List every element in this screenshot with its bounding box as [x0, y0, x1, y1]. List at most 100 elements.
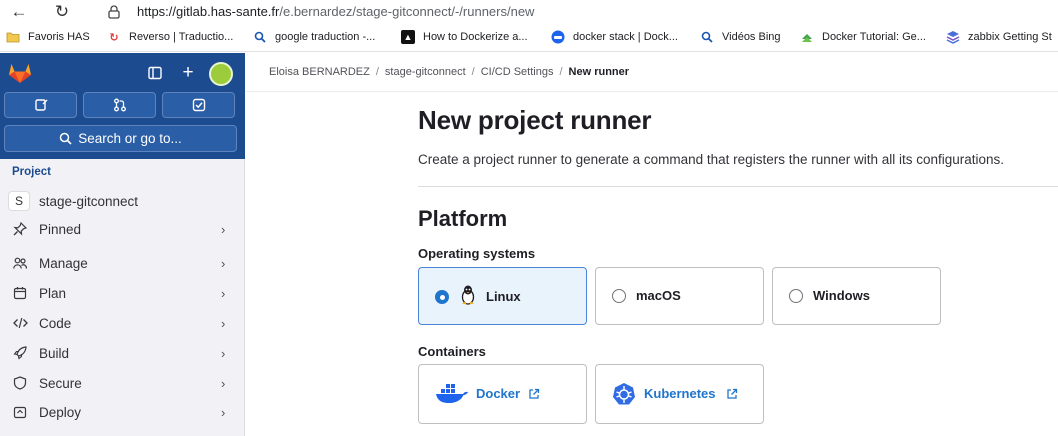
bookmark-label: Favoris HAS [28, 31, 90, 43]
os-option-label: macOS [636, 288, 681, 303]
windows-radio[interactable] [789, 289, 803, 303]
browser-address-bar: ← ↻ https://gitlab.has-sante.fr/e.bernar… [0, 0, 1058, 24]
back-icon[interactable]: ← [9, 2, 29, 22]
bookmarks-bar: Favoris HAS ↻ Reverso | Traductio... goo… [0, 24, 1058, 52]
docker-icon [436, 384, 468, 404]
bookmark-label: google traduction -... [275, 31, 376, 43]
breadcrumb-current[interactable]: New runner [569, 66, 630, 78]
sidebar-item-pinned[interactable]: Pinned › [0, 215, 245, 243]
sidebar-item-label: Secure [39, 375, 82, 391]
os-option-linux[interactable]: Linux [418, 267, 587, 325]
search-label: Search or go to... [78, 131, 182, 146]
rocket-icon [12, 345, 28, 361]
sidebar-item-secure[interactable]: Secure › [0, 369, 245, 397]
lock-icon[interactable] [106, 4, 122, 20]
search-button[interactable]: Search or go to... [4, 125, 237, 152]
container-option-kubernetes[interactable]: Kubernetes [595, 364, 764, 424]
bookmark-label: How to Dockerize a... [423, 31, 528, 43]
bookmark-zabbix[interactable]: zabbix Getting St [946, 30, 1052, 44]
users-icon [12, 255, 28, 271]
avatar[interactable] [209, 62, 233, 86]
bookmark-favoris-has[interactable]: Favoris HAS [6, 30, 90, 44]
breadcrumb-separator: / [471, 66, 475, 78]
sidebar-item-label: Plan [39, 285, 67, 301]
docker-icon [551, 30, 565, 44]
search-icon [700, 30, 714, 44]
sidebar-item-label: Pinned [39, 221, 82, 237]
url-field[interactable]: https://gitlab.has-sante.fr/e.bernardez/… [137, 4, 534, 19]
reload-icon[interactable]: ↻ [52, 2, 72, 22]
issues-icon [34, 99, 47, 111]
merge-requests-button[interactable] [83, 92, 156, 118]
bookmark-google-traduction[interactable]: google traduction -... [253, 30, 375, 44]
zabbix-icon [946, 30, 960, 44]
page-title: New project runner [418, 105, 652, 135]
pin-icon [12, 221, 28, 237]
container-option-label: Kubernetes [644, 386, 716, 401]
sidebar-item-project[interactable]: S stage-gitconnect [0, 187, 245, 215]
bookmark-dockerize[interactable]: ▲ How to Dockerize a... [401, 30, 528, 44]
search-icon [253, 30, 267, 44]
os-label: Operating systems [418, 246, 536, 261]
external-link-icon [529, 388, 540, 399]
bookmark-reverso[interactable]: ↻ Reverso | Traductio... [107, 30, 233, 44]
container-option-docker[interactable]: Docker [418, 364, 587, 424]
bookmark-docker-tutorial[interactable]: Docker Tutorial: Ge... [800, 30, 926, 44]
dockerize-icon: ▲ [401, 30, 415, 44]
todo-button[interactable] [162, 92, 235, 118]
chevron-right-icon: › [221, 255, 226, 271]
shield-icon [12, 375, 28, 391]
issues-button[interactable] [4, 92, 77, 118]
sidebar-item-code[interactable]: Code › [0, 309, 245, 337]
chevron-right-icon: › [221, 375, 226, 391]
calendar-icon [12, 285, 28, 301]
url-path: /e.bernardez/stage-gitconnect/-/runners/… [279, 4, 535, 19]
reverso-icon: ↻ [109, 31, 119, 44]
containers-label: Containers [418, 344, 486, 359]
macos-radio[interactable] [612, 289, 626, 303]
sidebar-item-deploy[interactable]: Deploy › [0, 398, 245, 426]
breadcrumb-cicd-settings[interactable]: CI/CD Settings [481, 66, 554, 78]
sidebar-header: + Search or go to... [0, 53, 245, 159]
sidebar: + Search or go to... Project S stage-git… [0, 53, 245, 436]
breadcrumb-user[interactable]: Eloisa BERNARDEZ [269, 66, 370, 78]
kubernetes-icon [613, 383, 635, 405]
breadcrumb-separator: / [375, 66, 379, 78]
code-icon [12, 315, 28, 331]
todo-icon [192, 98, 205, 112]
sidebar-item-label: Manage [39, 255, 88, 271]
breadcrumb-project[interactable]: stage-gitconnect [385, 66, 466, 78]
folder-icon [6, 30, 20, 44]
chevron-right-icon: › [221, 315, 226, 331]
sidebar-item-plan[interactable]: Plan › [0, 279, 245, 307]
chevron-right-icon: › [221, 404, 226, 420]
container-option-label: Docker [476, 386, 521, 401]
sidebar-toggle-icon[interactable] [145, 63, 165, 83]
bookmark-label: Vidéos Bing [722, 31, 781, 43]
chevron-right-icon: › [221, 221, 226, 237]
gitlab-logo-icon[interactable] [8, 62, 32, 84]
sidebar-section-label: Project [12, 166, 51, 178]
header-divider [246, 91, 1058, 92]
project-avatar: S [8, 191, 30, 211]
platform-heading: Platform [418, 206, 508, 231]
bookmark-label: docker stack | Dock... [573, 31, 678, 43]
section-divider [418, 186, 1058, 187]
sidebar-item-manage[interactable]: Manage › [0, 249, 245, 277]
tutorial-icon [800, 30, 814, 44]
chevron-right-icon: › [221, 285, 226, 301]
sidebar-item-build[interactable]: Build › [0, 339, 245, 367]
sidebar-item-label: stage-gitconnect [39, 193, 139, 209]
linux-radio[interactable] [435, 290, 449, 304]
bookmark-docker-stack[interactable]: docker stack | Dock... [551, 30, 678, 44]
os-option-label: Windows [813, 288, 870, 303]
os-option-windows[interactable]: Windows [772, 267, 941, 325]
bookmark-videos-bing[interactable]: Vidéos Bing [700, 30, 781, 44]
page-description: Create a project runner to generate a co… [418, 152, 1005, 167]
create-new-icon[interactable]: + [178, 62, 198, 83]
os-option-macos[interactable]: macOS [595, 267, 764, 325]
breadcrumb-separator: / [559, 66, 563, 78]
external-link-icon [727, 388, 738, 399]
os-option-label: Linux [486, 289, 521, 304]
sidebar-item-label: Build [39, 345, 70, 361]
